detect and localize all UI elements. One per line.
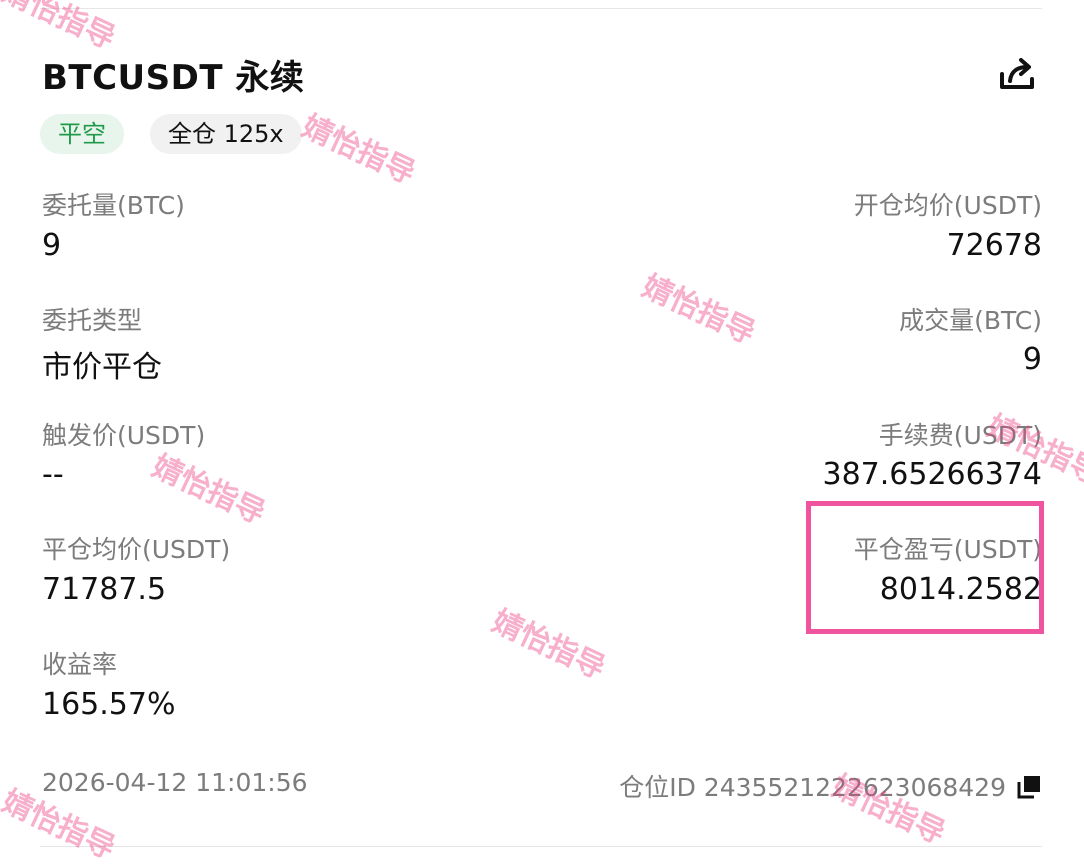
share-button[interactable]	[996, 54, 1038, 96]
order-type-label: 委托类型	[42, 306, 143, 335]
copy-button[interactable]	[1016, 774, 1042, 800]
trigger-price-value: --	[42, 457, 64, 492]
trigger-price-label: 触发价(USDT)	[42, 421, 206, 450]
order-type-value: 市价平仓	[42, 350, 162, 385]
roe-value: 165.57%	[42, 687, 176, 722]
open-avg-price-label: 开仓均价(USDT)	[853, 191, 1042, 220]
close-avg-price-label: 平仓均价(USDT)	[42, 535, 231, 564]
position-id: 仓位ID 2435521222623068429	[619, 773, 1006, 802]
share-icon	[1000, 58, 1034, 89]
order-timestamp: 2026-04-12 11:01:56	[42, 768, 308, 797]
bottom-divider	[40, 846, 1042, 847]
fee-value: 387.65266374	[822, 457, 1043, 492]
order-qty-value: 9	[42, 228, 62, 263]
copy-icon	[1017, 776, 1040, 799]
watermark: 婧怡指导	[636, 268, 761, 352]
open-avg-price-value: 72678	[946, 228, 1042, 263]
margin-mode-tag: 全仓 125x	[150, 114, 302, 154]
order-qty-label: 委托量(BTC)	[42, 191, 185, 220]
side-tag: 平空	[40, 114, 124, 154]
watermark: 婧怡指导	[486, 603, 611, 687]
top-divider	[40, 8, 1042, 9]
fee-label: 手续费(USDT)	[878, 421, 1042, 450]
close-avg-price-value: 71787.5	[42, 572, 167, 607]
pnl-highlight-box	[806, 501, 1044, 634]
filled-qty-value: 9	[1022, 342, 1042, 377]
roe-label: 收益率	[42, 650, 118, 679]
watermark: 婧怡指导	[296, 108, 421, 192]
page-title: BTCUSDT 永续	[42, 58, 305, 98]
filled-qty-label: 成交量(BTC)	[899, 306, 1042, 335]
watermark: 婧怡指导	[146, 448, 271, 532]
